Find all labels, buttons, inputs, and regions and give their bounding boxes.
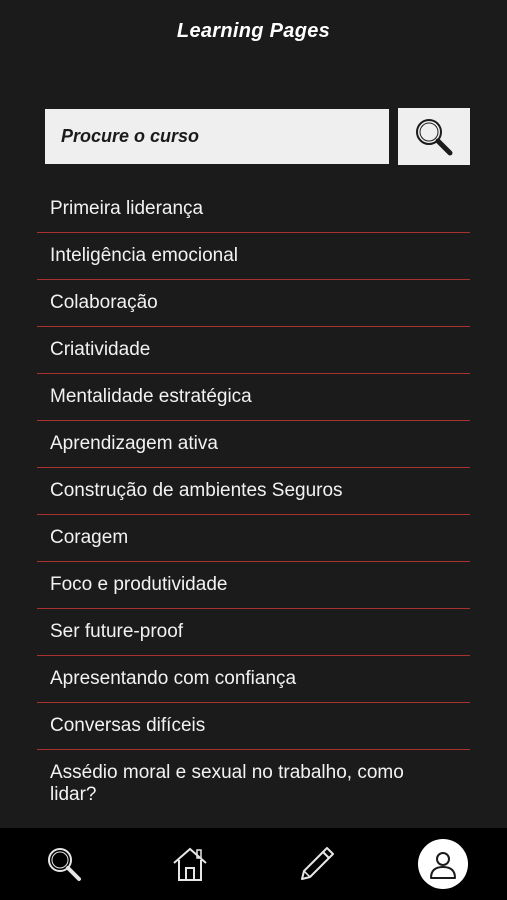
search-button[interactable] (398, 108, 470, 165)
avatar (418, 839, 468, 889)
list-item[interactable]: Colaboração (37, 280, 470, 327)
course-label: Mentalidade estratégica (50, 386, 252, 407)
list-item[interactable]: Conversas difíceis (37, 703, 470, 750)
home-icon (173, 847, 207, 881)
search-icon (48, 848, 81, 881)
nav-search-button[interactable] (28, 828, 100, 900)
nav-home-button[interactable] (154, 828, 226, 900)
nav-edit-button[interactable] (281, 828, 353, 900)
nav-profile-button[interactable] (407, 828, 479, 900)
list-item[interactable]: Aprendizagem ativa (37, 421, 470, 468)
search-input[interactable] (45, 109, 389, 164)
course-label: Aprendizagem ativa (50, 433, 218, 454)
course-label: Colaboração (50, 292, 158, 313)
search-icon (416, 118, 453, 155)
course-label: Ser future-proof (50, 621, 184, 642)
list-item[interactable]: Construção de ambientes Seguros (37, 468, 470, 515)
list-item[interactable]: Criatividade (37, 327, 470, 374)
list-item[interactable]: Foco e produtividade (37, 562, 470, 609)
course-label: Assédio moral e sexual no trabalho, como… (50, 762, 404, 805)
course-label: Foco e produtividade (50, 574, 228, 595)
list-item[interactable]: Primeira liderança (37, 186, 470, 233)
course-label: Conversas difíceis (50, 715, 206, 736)
list-item[interactable]: Mentalidade estratégica (37, 374, 470, 421)
course-list: Primeira liderança Inteligência emociona… (37, 186, 470, 818)
bottom-nav (0, 828, 507, 900)
user-icon (430, 852, 456, 879)
list-item[interactable]: Ser future-proof (37, 609, 470, 656)
course-label: Primeira liderança (50, 198, 204, 219)
pencil-icon (301, 847, 334, 880)
list-item[interactable]: Coragem (37, 515, 470, 562)
course-label: Apresentando com confiança (50, 668, 297, 689)
list-item[interactable]: Inteligência emocional (37, 233, 470, 280)
list-item[interactable]: Assédio moral e sexual no trabalho, como… (37, 750, 470, 818)
course-label: Construção de ambientes Seguros (50, 480, 343, 501)
course-label: Coragem (50, 527, 129, 548)
course-label: Inteligência emocional (50, 245, 239, 266)
course-label: Criatividade (50, 339, 151, 360)
page-title: Learning Pages (176, 20, 331, 42)
list-item[interactable]: Apresentando com confiança (37, 656, 470, 703)
